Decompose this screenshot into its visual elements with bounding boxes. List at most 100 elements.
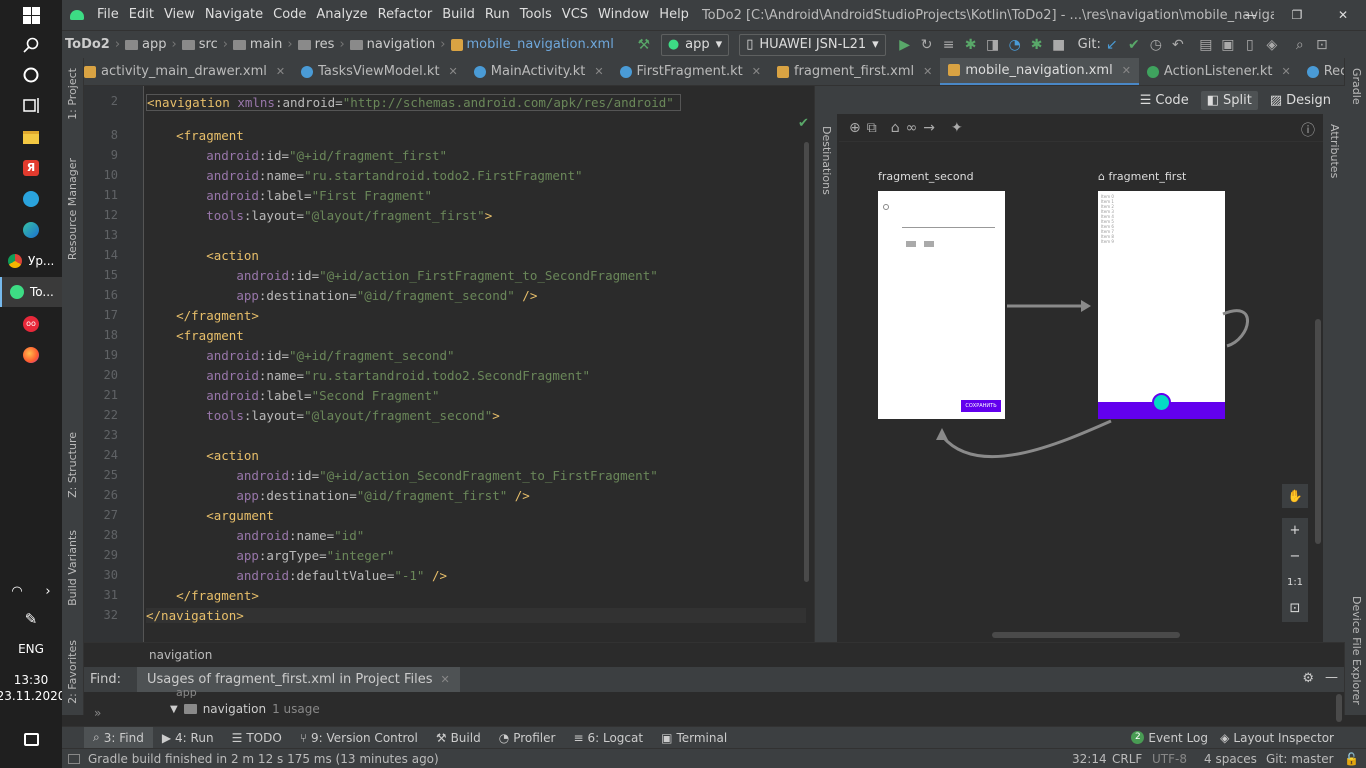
git-branch[interactable]: Git: master	[1266, 752, 1334, 766]
search-icon[interactable]	[0, 30, 62, 60]
tab-first-fragment[interactable]: FirstFragment.kt ✕	[612, 58, 769, 85]
menu-build[interactable]: Build	[437, 0, 480, 30]
favorites-tool-tab[interactable]: 2: Favorites	[66, 640, 79, 704]
event-log-button[interactable]: 2 Event Log	[1131, 731, 1208, 745]
code-line[interactable]: <fragment	[146, 328, 244, 343]
zoom-actual-size-button[interactable]: 1:1	[1282, 570, 1308, 596]
canvas-horizontal-scrollbar[interactable]	[992, 632, 1180, 638]
file-encoding[interactable]: UTF-8	[1152, 752, 1187, 766]
clock-date[interactable]: 23.11.2020	[0, 688, 65, 704]
profiler-tool-button[interactable]: ◔ Profiler	[490, 731, 565, 745]
code-line[interactable]: app:destination="@id/fragment_first" />	[146, 488, 530, 503]
profile-icon[interactable]: ◔	[1004, 34, 1026, 56]
menu-file[interactable]: File	[92, 0, 124, 30]
oo-app-icon[interactable]: oo	[0, 309, 62, 339]
attach-debugger-icon[interactable]: ◨	[982, 34, 1004, 56]
code-line[interactable]: </fragment>	[146, 308, 259, 323]
menu-help[interactable]: Help	[654, 0, 694, 30]
code-line[interactable]: android:name="ru.startandroid.todo2.Seco…	[146, 368, 590, 383]
pen-icon[interactable]: ✎	[0, 604, 62, 634]
zoom-to-fit-icon[interactable]: ⊡	[1282, 596, 1308, 622]
menu-refactor[interactable]: Refactor	[373, 0, 438, 30]
navigation-graph-canvas[interactable]: ⊕ ⧉ ⌂ ∞ → ✦ ⓘ fragment_second СОХРАНИТЬ …	[839, 114, 1323, 642]
close-tab-icon[interactable]: ✕	[449, 65, 458, 78]
expand-toolbar-icon[interactable]: »	[94, 706, 101, 720]
git-history-icon[interactable]: ◷	[1145, 34, 1167, 56]
code-line[interactable]: <action	[146, 448, 259, 463]
code-line[interactable]: android:name="ru.startandroid.todo2.Firs…	[146, 168, 582, 183]
split-mode-button[interactable]: ◧ Split	[1200, 90, 1258, 110]
code-line[interactable]: android:id="@+id/fragment_first"	[146, 148, 447, 163]
tree-node-app-partial[interactable]: app	[176, 686, 197, 699]
tab-activity-main-drawer[interactable]: activity_main_drawer.xml ✕	[84, 58, 293, 85]
zoom-in-button[interactable]: +	[1282, 518, 1308, 544]
edge-icon[interactable]	[0, 215, 62, 245]
resource-manager-tool-tab[interactable]: Resource Manager	[66, 158, 79, 260]
xml-breadcrumb[interactable]: navigation	[84, 642, 1344, 667]
code-line[interactable]: tools:layout="@layout/fragment_first">	[146, 208, 492, 223]
close-tab-icon[interactable]: ✕	[440, 667, 449, 692]
breadcrumb-res[interactable]: res	[295, 37, 338, 52]
code-line[interactable]: android:label="First Fragment"	[146, 188, 432, 203]
windows-start-icon[interactable]	[0, 0, 62, 30]
code-line[interactable]: </fragment>	[146, 588, 259, 603]
code-line[interactable]: app:argType="integer"	[146, 548, 394, 563]
yandex-browser-icon[interactable]: Я	[0, 153, 62, 183]
code-line[interactable]: android:label="Second Fragment"	[146, 388, 439, 403]
menu-tools[interactable]: Tools	[515, 0, 557, 30]
lock-icon[interactable]: 🔓	[1344, 752, 1359, 766]
telegram-icon[interactable]	[0, 184, 62, 214]
run-tool-button[interactable]: ▶ 4: Run	[153, 731, 223, 745]
tray-network[interactable]: ◠ ›	[0, 576, 62, 606]
tab-fragment-first-xml[interactable]: fragment_first.xml ✕	[769, 58, 940, 85]
code-line[interactable]: android:name="id"	[146, 528, 364, 543]
tab-recycle-adapter[interactable]: RecycleAdapter.kt✕	[1299, 58, 1344, 85]
taskbar-app-android-studio[interactable]: To...	[0, 277, 62, 307]
caret-position[interactable]: 32:14	[1072, 752, 1107, 766]
todo-tool-button[interactable]: ☰ TODO	[223, 731, 291, 745]
menu-view[interactable]: View	[159, 0, 200, 30]
find-tool-button[interactable]: ⌕ 3: Find	[84, 726, 153, 749]
toggle-tool-windows-icon[interactable]	[68, 753, 80, 764]
breadcrumb-src[interactable]: src	[179, 37, 221, 52]
terminal-tool-button[interactable]: ▣ Terminal	[652, 731, 736, 745]
close-tab-icon[interactable]: ✕	[1122, 64, 1131, 77]
build-tool-button[interactable]: ⚒ Build	[427, 731, 490, 745]
code-line[interactable]: <argument	[146, 508, 274, 523]
run-config-select[interactable]: ● app ▾	[660, 33, 730, 56]
git-commit-icon[interactable]: ✔	[1123, 34, 1145, 56]
git-rollback-icon[interactable]: ↶	[1167, 34, 1189, 56]
language-indicator[interactable]: ENG	[0, 634, 62, 664]
code-line[interactable]: app:destination="@id/fragment_second" />	[146, 288, 537, 303]
menu-code[interactable]: Code	[268, 0, 311, 30]
close-tab-icon[interactable]: ✕	[1282, 65, 1291, 78]
git-update-icon[interactable]: ↙	[1101, 34, 1123, 56]
design-mode-button[interactable]: ▨ Design	[1264, 91, 1337, 110]
layout-inspector-icon[interactable]: ◈	[1261, 34, 1283, 56]
device-select[interactable]: ▯ HUAWEI JSN-L21 ▾	[739, 33, 886, 56]
breadcrumb-file[interactable]: mobile_navigation.xml	[448, 37, 617, 52]
taskbar-app-chrome[interactable]: Ур...	[0, 246, 62, 276]
project-structure-icon[interactable]: ▤	[1195, 34, 1217, 56]
breadcrumb-navigation[interactable]: navigation	[347, 37, 439, 52]
run-icon[interactable]: ▶	[894, 34, 916, 56]
hide-panel-icon[interactable]: —	[1325, 670, 1338, 685]
restore-icon[interactable]: ❐	[1274, 0, 1320, 30]
tree-node-navigation[interactable]: ▼ navigation 1 usage	[170, 702, 320, 716]
destinations-tool-tab[interactable]: Destinations	[820, 126, 833, 195]
code-mode-button[interactable]: ☰ Code	[1134, 91, 1195, 110]
menu-vcs[interactable]: VCS	[557, 0, 593, 30]
close-tab-icon[interactable]: ✕	[594, 65, 603, 78]
code-line[interactable]: android:id="@+id/action_FirstFragment_to…	[146, 268, 657, 283]
project-tool-tab[interactable]: 1: Project	[66, 68, 79, 120]
close-icon[interactable]: ✕	[1320, 0, 1366, 30]
menu-run[interactable]: Run	[480, 0, 515, 30]
code-line[interactable]: <navigation xmlns:android="http://schema…	[146, 94, 681, 111]
stop-icon[interactable]: ■	[1048, 34, 1070, 56]
code-line[interactable]: </navigation>	[146, 608, 806, 623]
cortana-icon[interactable]	[0, 60, 62, 90]
menu-analyze[interactable]: Analyze	[311, 0, 372, 30]
breadcrumb-project[interactable]: ToDo2	[62, 37, 113, 52]
tab-main-activity[interactable]: MainActivity.kt ✕	[466, 58, 612, 85]
gradle-tool-tab[interactable]: Gradle	[1350, 68, 1363, 105]
